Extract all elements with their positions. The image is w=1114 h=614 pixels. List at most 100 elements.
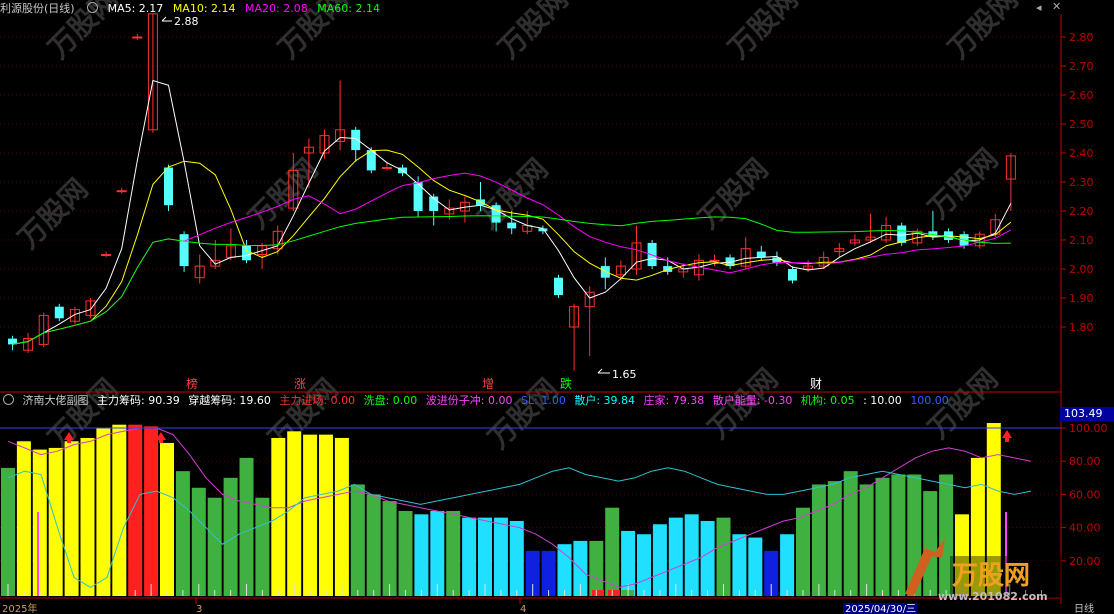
- ma-line: [12, 215, 1011, 345]
- minimize-icon[interactable]: ◂: [1036, 1, 1042, 14]
- indicator-bar: [446, 511, 461, 596]
- candlestick: [38, 312, 49, 348]
- price-tick-label: 2.10: [1069, 234, 1094, 247]
- close-icon[interactable]: ✕: [1052, 0, 1061, 13]
- axis-label-march: 3: [196, 604, 202, 614]
- price-axis-ticks: 2.80 2.70 2.60 2.50 2.40 2.30 2.20 2.10 2.00 1.90…: [1061, 31, 1094, 334]
- time-axis: 2025年 3 4 2025/04/30/三 日线: [2, 598, 1094, 614]
- indicator-header: 济南大佬副图 主力筹码: 90.39 穿越筹码: 19.60 主力进场: 0.0…: [0, 392, 954, 408]
- indicator-bar: [748, 537, 763, 596]
- low-price-label: 1.65: [612, 368, 637, 381]
- candlestick: [1005, 153, 1016, 211]
- watermark: 万股网: [242, 152, 325, 235]
- svg-text:万股网: 万股网: [922, 142, 1005, 225]
- indicator-axis-ticks: 100.00 80.00 60.00 40.00 20.00: [1061, 422, 1108, 568]
- stock-title: 利源股份(日线): [0, 2, 75, 15]
- indicator-bar: [366, 494, 381, 596]
- indicator-bar: [398, 511, 413, 596]
- field-dealer: 庄家: 79.38: [643, 394, 705, 407]
- field-sl: SL: 1.00: [521, 394, 566, 407]
- indicator-bar: [128, 424, 143, 596]
- candlestick: [116, 187, 127, 194]
- stock-chart[interactable]: 万股网 万股网 万股网 万股网 万股网万股网 万股网 万股网 万股网 万股网万股网 万股网 万股网万…: [0, 0, 1114, 614]
- candlestick: [615, 260, 626, 281]
- candlestick: [132, 34, 143, 40]
- gear-icon[interactable]: [3, 394, 14, 405]
- indicator-bar: [875, 477, 890, 596]
- indicator-bar: [350, 484, 365, 596]
- indicator-stub: [592, 590, 604, 596]
- candlestick: [69, 306, 80, 325]
- event-marker: 涨: [294, 376, 306, 391]
- indicator-bar: [637, 534, 651, 596]
- indicator-bar: [382, 501, 397, 596]
- indicator-bar: [843, 471, 858, 596]
- svg-text:万股网: 万股网: [12, 172, 95, 255]
- indicator-bar: [923, 491, 938, 596]
- candlestick: [788, 266, 797, 284]
- candlestick: [8, 335, 17, 351]
- ma10-value: MA10: 2.14: [172, 2, 236, 15]
- indicator-bar: [319, 434, 333, 596]
- event-marker: 跌: [560, 376, 572, 391]
- gear-icon[interactable]: [87, 2, 99, 13]
- high-annotation: 2.88: [161, 15, 199, 28]
- field-washout: 洗盘: 0.00: [363, 394, 418, 407]
- indicator-tick-label: 100.00: [1069, 422, 1108, 435]
- indicator-current-value: 103.49: [1060, 407, 1114, 421]
- indicator-tick-label: 60.00: [1069, 488, 1101, 501]
- moving-average-lines: [12, 79, 1012, 345]
- indicator-bar: [462, 517, 477, 596]
- price-tick-label: 1.80: [1069, 321, 1094, 334]
- candlestick: [23, 332, 34, 354]
- candlestick: [881, 216, 892, 243]
- indicator-bar: [541, 550, 556, 596]
- period-label: 日线: [1074, 602, 1094, 614]
- watermark: 万股网: [722, 0, 805, 65]
- indicator-tick-label: 40.00: [1069, 522, 1101, 535]
- candlestick: [849, 234, 860, 246]
- indicator-bar: [303, 434, 318, 596]
- indicator-bar: [509, 520, 524, 596]
- brand-name: 万股网: [952, 561, 1030, 591]
- brand-url: www.201082.com: [938, 590, 1048, 603]
- ma60-value: MA60: 2.14: [317, 2, 380, 15]
- indicator-bar: [80, 437, 95, 596]
- field-cross-chips: 穿越筹码: 19.60: [188, 394, 271, 407]
- candlestick: [459, 196, 470, 223]
- svg-text:万股网: 万股网: [942, 0, 1025, 65]
- axis-label-april: 4: [520, 604, 526, 614]
- axis-label-year: 2025年: [2, 602, 37, 614]
- indicator-bar: [112, 424, 127, 596]
- event-marker: 财: [810, 377, 822, 391]
- candlestick: [569, 303, 580, 371]
- indicator-bar: [16, 441, 31, 596]
- event-marker: 增: [482, 377, 494, 391]
- candlestick: [101, 251, 112, 258]
- indicator-bar: [732, 534, 747, 596]
- candlestick: [600, 257, 610, 290]
- indicator-bar: [493, 517, 508, 596]
- watermark: 万股网: [472, 152, 555, 235]
- indicator-bar: [557, 544, 572, 596]
- svg-text:万股网: 万股网: [492, 0, 575, 65]
- indicator-bar: [96, 428, 111, 596]
- indicator-bars: [1, 423, 1042, 596]
- indicator-bar: [414, 514, 429, 596]
- indicator-bar: [207, 497, 222, 596]
- indicator-bar: [191, 487, 206, 596]
- low-annotation: 1.65: [597, 368, 637, 381]
- indicator-bar: [827, 481, 842, 596]
- watermark: 万股网: [482, 372, 565, 455]
- indicator-bar: [589, 540, 604, 596]
- svg-text:万股网: 万股网: [242, 152, 325, 235]
- field-institution: 机构: 0.05: [800, 394, 855, 407]
- indicator-bar: [160, 442, 174, 596]
- indicator-bar: [891, 474, 906, 596]
- candlestick: [351, 126, 361, 162]
- indicator-bar: [32, 449, 47, 596]
- indicator-bar: [859, 484, 874, 596]
- indicator-tick-label: 80.00: [1069, 455, 1101, 468]
- indicator-bar: [255, 497, 270, 596]
- indicator-bar: [175, 471, 190, 596]
